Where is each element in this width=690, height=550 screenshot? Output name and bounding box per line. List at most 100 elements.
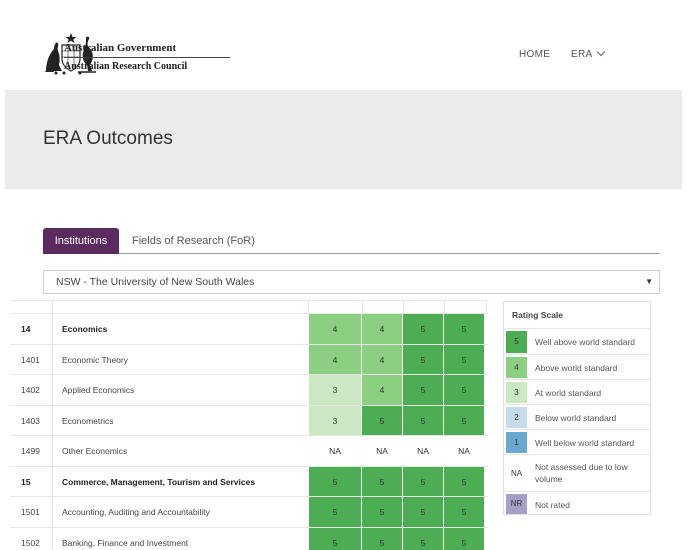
table-header-strip bbox=[10, 300, 488, 314]
rating-cell: 3 bbox=[309, 405, 362, 436]
legend-swatch: NA bbox=[506, 457, 527, 490]
rating-cell: 5 bbox=[444, 527, 485, 550]
tab-institutions[interactable]: Institutions bbox=[43, 228, 119, 254]
column-divider bbox=[52, 405, 53, 437]
field-code: 1499 bbox=[21, 446, 40, 456]
rating-cell: 5 bbox=[362, 405, 403, 436]
column-divider bbox=[52, 375, 53, 406]
column-divider bbox=[52, 527, 53, 550]
field-code: 1501 bbox=[21, 507, 40, 517]
council-name: Australian Research Council bbox=[64, 61, 188, 72]
rating-cell: 5 bbox=[444, 466, 485, 497]
field-code: 1502 bbox=[21, 537, 40, 548]
legend-swatch: 4 bbox=[506, 357, 527, 378]
chevron-down-icon bbox=[597, 47, 606, 57]
rating-cell: 5 bbox=[403, 527, 444, 550]
legend-label: Above world standard bbox=[535, 363, 618, 373]
column-divider bbox=[52, 314, 53, 345]
rating-cell: 5 bbox=[444, 405, 485, 436]
rating-cell: 5 bbox=[403, 405, 444, 436]
legend-item: 4 Above world standard bbox=[504, 354, 650, 379]
table-row[interactable]: 1499 Other Economics NA NA NA NA bbox=[10, 435, 488, 467]
field-code: 1401 bbox=[21, 354, 40, 365]
field-name: Econometrics bbox=[62, 415, 114, 426]
rating-cell: 5 bbox=[362, 466, 403, 497]
rating-cell: 5 bbox=[309, 527, 362, 550]
field-name: Accounting, Auditing and Accountability bbox=[62, 507, 210, 517]
legend-item: NA Not assessed due to low volume bbox=[504, 454, 650, 491]
legend-label: Below world standard bbox=[535, 413, 617, 423]
legend-item: 1 Well below world standard bbox=[504, 429, 650, 454]
site-header: Australian Government Australian Researc… bbox=[0, 0, 690, 90]
field-name: Other Economics bbox=[62, 446, 128, 456]
rating-cell: 5 bbox=[403, 466, 444, 497]
nav-era-label: ERA bbox=[571, 49, 593, 60]
rating-cell: 5 bbox=[309, 466, 362, 497]
rating-cell: 5 bbox=[309, 497, 362, 527]
column-divider bbox=[52, 436, 53, 467]
rating-cell: 5 bbox=[403, 375, 444, 405]
rating-cell: NA bbox=[403, 436, 444, 466]
government-name: Australian Government bbox=[64, 42, 177, 54]
rating-cell: 5 bbox=[444, 497, 485, 527]
legend-item: NR Not rated bbox=[504, 491, 650, 515]
field-code: 15 bbox=[21, 476, 31, 487]
table-row[interactable]: 1403 Econometrics 3 5 5 5 bbox=[10, 404, 488, 437]
field-name: Economic Theory bbox=[62, 354, 128, 365]
column-divider bbox=[52, 344, 53, 376]
table-row[interactable]: 1502 Banking, Finance and Investment 5 5 5 5 bbox=[10, 526, 488, 550]
legend-swatch: NR bbox=[506, 494, 527, 514]
nav-home[interactable]: HOME bbox=[519, 49, 550, 60]
table-row[interactable]: 1402 Applied Economics 3 4 5 5 bbox=[10, 374, 488, 406]
legend-swatch: 5 bbox=[506, 331, 527, 353]
rating-cell: 5 bbox=[403, 344, 444, 375]
nav-era-dropdown[interactable]: ERA bbox=[571, 47, 606, 60]
rating-cell: 4 bbox=[362, 314, 403, 344]
legend-item: 3 At world standard bbox=[504, 379, 650, 404]
table-row[interactable]: 1501 Accounting, Auditing and Accountabil… bbox=[10, 496, 488, 528]
institution-select-value: NSW - The University of New South Wales bbox=[56, 276, 255, 288]
legend-swatch: 3 bbox=[506, 382, 527, 403]
field-name: Commerce, Management, Tourism and Servic… bbox=[62, 476, 256, 487]
column-divider bbox=[52, 466, 53, 498]
rating-cell: NA bbox=[444, 436, 485, 466]
field-code: 14 bbox=[21, 324, 31, 334]
legend-label: Not rated bbox=[535, 500, 570, 510]
rating-cell: 5 bbox=[362, 497, 403, 527]
field-code: 1403 bbox=[21, 415, 40, 426]
rating-cell: 5 bbox=[403, 314, 444, 344]
rating-cell: 3 bbox=[309, 375, 362, 405]
legend-swatch: 1 bbox=[506, 432, 527, 453]
legend-label: At world standard bbox=[535, 388, 602, 398]
column-divider bbox=[52, 497, 53, 528]
rating-cell: 5 bbox=[403, 497, 444, 527]
legend-item: 2 Below world standard bbox=[504, 404, 650, 429]
page-banner: ERA Outcomes bbox=[5, 90, 682, 189]
rating-cell: 5 bbox=[444, 375, 485, 405]
rating-cell: 4 bbox=[309, 344, 362, 375]
rating-cell: 4 bbox=[309, 314, 362, 344]
legend-label: Well above world standard bbox=[535, 337, 636, 347]
institution-select[interactable]: NSW - The University of New South Wales … bbox=[43, 270, 660, 294]
rating-cell: NA bbox=[362, 436, 403, 466]
tab-fields-of-research[interactable]: Fields of Research (FoR) bbox=[132, 228, 255, 254]
rating-cell: NA bbox=[309, 436, 362, 466]
field-name: Banking, Finance and Investment bbox=[62, 537, 189, 548]
ratings-table: 14 Economics 4 4 5 5 1401 Economic Theory 4 4 5 5 14… bbox=[10, 300, 488, 550]
rating-cell: 5 bbox=[444, 314, 485, 344]
rating-cell: 4 bbox=[362, 375, 403, 405]
table-row[interactable]: 15 Commerce, Management, Tourism and Serv… bbox=[10, 465, 488, 498]
table-row[interactable]: 1401 Economic Theory 4 4 5 5 bbox=[10, 343, 488, 376]
rating-scale-legend: Rating Scale 5 Well above world standard 4… bbox=[503, 301, 651, 515]
legend-item: 5 Well above world standard bbox=[504, 328, 650, 354]
rating-cell: 5 bbox=[362, 527, 403, 550]
caret-down-icon: ▼ bbox=[645, 277, 653, 286]
field-name: Economics bbox=[62, 324, 108, 334]
legend-label: Not assessed due to low volume bbox=[535, 462, 628, 484]
legend-swatch: 2 bbox=[506, 407, 527, 428]
table-row[interactable]: 14 Economics 4 4 5 5 bbox=[10, 313, 488, 345]
tab-bar: Institutions Fields of Research (FoR) bbox=[43, 228, 660, 254]
field-name: Applied Economics bbox=[62, 385, 135, 395]
page-title: ERA Outcomes bbox=[43, 128, 173, 149]
rating-cell: 5 bbox=[444, 344, 485, 375]
